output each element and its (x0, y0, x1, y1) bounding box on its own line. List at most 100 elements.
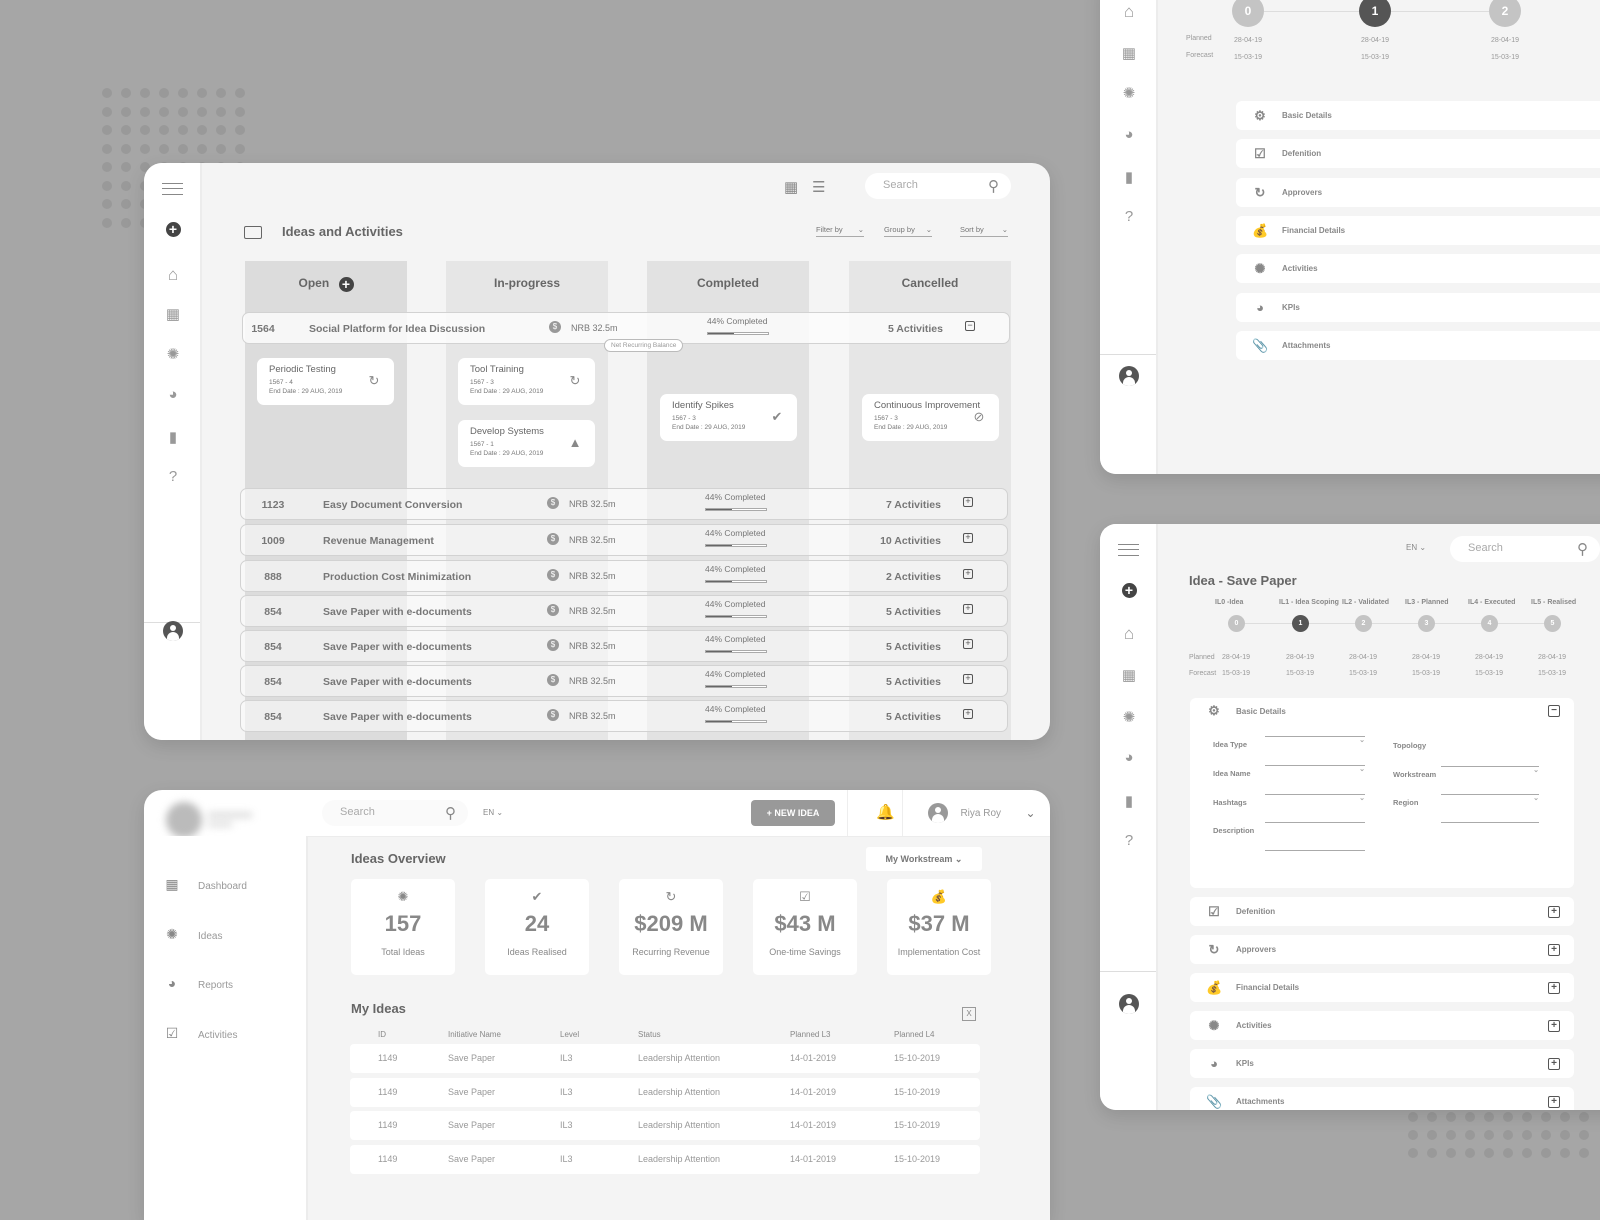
table-row[interactable]: 1149 Save Paper IL3 Leadership Attention 14-… (350, 1144, 980, 1174)
column-header[interactable]: ID (378, 1030, 386, 1039)
table-row[interactable]: 1149 Save Paper IL3 Leadership Attention 14-… (350, 1077, 980, 1107)
group-by-dropdown[interactable]: Group by ⌄ (884, 225, 932, 237)
stage-step[interactable]: 0 (1232, 0, 1264, 27)
bell-icon[interactable]: 🔔 (876, 803, 895, 821)
activity-card[interactable]: Continuous Improvement 1567 - 3 End Date :… (862, 394, 999, 441)
expand-icon[interactable]: + (963, 709, 973, 719)
nav-activities[interactable]: ☑ Activities (164, 1025, 238, 1042)
filter-by-dropdown[interactable]: Filter by ⌄ (816, 225, 864, 237)
column-header[interactable]: Planned L3 (790, 1030, 830, 1039)
sort-by-dropdown[interactable]: Sort by ⌄ (960, 225, 1008, 237)
column-header[interactable]: Planned L4 (894, 1030, 934, 1039)
search-input[interactable]: Search ⚲ (1450, 536, 1600, 562)
region-select[interactable]: ⌄ (1441, 794, 1539, 802)
idea-row[interactable]: 854 Save Paper with e-documents $ NRB 32… (240, 595, 1008, 627)
expand-icon[interactable]: + (1548, 982, 1560, 994)
collapse-icon[interactable]: − (965, 321, 975, 331)
user-avatar[interactable] (144, 621, 202, 645)
table-row[interactable]: 1149 Save Paper IL3 Leadership Attention 14-… (350, 1044, 980, 1073)
accordion-section[interactable]: ☑ Defenition (1236, 139, 1600, 169)
stage-step[interactable]: 5 (1544, 615, 1561, 632)
expand-icon[interactable]: + (1548, 1096, 1560, 1108)
stage-step[interactable]: 1 (1359, 0, 1391, 27)
idea-row[interactable]: 854 Save Paper with e-documents $ NRB 32… (240, 630, 1008, 662)
stage-step[interactable]: 0 (1228, 615, 1245, 632)
idea-row[interactable]: 1123 Easy Document Conversion $ NRB 32.5… (240, 488, 1008, 520)
kpi-card[interactable]: 💰 $37 M Implementation Cost (887, 879, 991, 975)
help-icon[interactable]: ? (1100, 208, 1158, 225)
activity-card[interactable]: Periodic Testing 1567 - 4 End Date : 29 AU… (257, 358, 394, 405)
idea-name-select[interactable]: ⌄ (1265, 765, 1365, 773)
idea-row[interactable]: 1009 Revenue Management $ NRB 32.5m 44% … (240, 524, 1008, 556)
extra-input[interactable] (1441, 822, 1539, 823)
kpi-card[interactable]: ↻ $209 M Recurring Revenue (619, 879, 723, 975)
accordion-section[interactable]: ◕ KPIs (1236, 292, 1600, 322)
idea-row[interactable]: 854 Save Paper with e-documents $ NRB 32… (240, 665, 1008, 697)
nav-ideas[interactable]: ✺ Ideas (164, 926, 222, 943)
column-header[interactable]: Initiative Name (448, 1030, 501, 1039)
user-avatar[interactable] (1100, 994, 1158, 1018)
accordion-section[interactable]: 📎 Attachments + (1190, 1087, 1574, 1110)
user-avatar[interactable] (1100, 366, 1158, 390)
hashtags-select[interactable]: ⌄ (1265, 794, 1365, 802)
gantt-icon[interactable]: ☰ (812, 178, 825, 196)
calendar-icon[interactable]: ▦ (784, 178, 798, 196)
home-icon[interactable]: ⌂ (144, 265, 202, 285)
accordion-section[interactable]: ✺ Activities (1236, 254, 1600, 284)
workstream-dropdown[interactable]: My Workstream ⌄ (866, 847, 982, 871)
description-input-line2[interactable] (1265, 850, 1365, 851)
expand-icon[interactable]: + (1548, 906, 1560, 918)
accordion-section[interactable]: ✺ Activities + (1190, 1011, 1574, 1040)
stage-step[interactable]: 4 (1481, 615, 1498, 632)
menu-icon[interactable] (162, 183, 183, 195)
add-icon[interactable]: + (1100, 582, 1158, 599)
nav-dashboard[interactable]: ▦ Dashboard (164, 876, 247, 893)
help-icon[interactable]: ? (144, 468, 202, 485)
language-dropdown[interactable]: EN ⌄ (483, 808, 503, 817)
expand-icon[interactable]: + (963, 639, 973, 649)
activity-card[interactable]: Develop Systems 1567 - 1 End Date : 29 AUG… (458, 420, 595, 467)
accordion-section[interactable]: ☑ Defenition + (1190, 897, 1574, 926)
idea-row[interactable]: 888 Production Cost Minimization $ NRB 3… (240, 560, 1008, 592)
user-menu[interactable]: Riya Roy ⌄ (928, 803, 1036, 823)
excel-export-icon[interactable]: X (962, 1007, 976, 1021)
expand-icon[interactable]: + (963, 497, 973, 507)
expand-icon[interactable]: + (963, 569, 973, 579)
collapse-icon[interactable]: − (1548, 705, 1560, 717)
table-row[interactable]: 1149 Save Paper IL3 Leadership Attention 14-… (350, 1111, 980, 1140)
idea-row[interactable]: 854 Save Paper with e-documents $ NRB 32… (240, 700, 1008, 732)
expand-icon[interactable]: + (963, 533, 973, 543)
accordion-section[interactable]: 📎 Attachments (1236, 330, 1600, 360)
new-idea-button[interactable]: + NEW IDEA (751, 800, 835, 826)
lightbulb-icon[interactable]: ✺ (144, 345, 202, 363)
stage-step[interactable]: 2 (1489, 0, 1521, 27)
pie-chart-icon[interactable]: ◕ (1100, 749, 1158, 766)
lightbulb-icon[interactable]: ✺ (1100, 84, 1158, 102)
expand-icon[interactable]: + (1548, 944, 1560, 956)
help-icon[interactable]: ? (1100, 832, 1158, 849)
search-input[interactable]: Search ⚲ (322, 800, 468, 826)
add-icon[interactable]: + (144, 221, 202, 238)
activity-card[interactable]: Identify Spikes 1567 - 3 End Date : 29 AUG… (660, 394, 797, 441)
kpi-card[interactable]: ☑ $43 M One-time Savings (753, 879, 857, 975)
home-icon[interactable]: ⌂ (1100, 624, 1158, 644)
accordion-section[interactable]: ↻ Approvers (1236, 177, 1600, 207)
kpi-card[interactable]: ✺ 157 Total Ideas (351, 879, 455, 975)
expand-icon[interactable]: + (963, 674, 973, 684)
menu-icon[interactable] (1118, 544, 1139, 556)
home-icon[interactable]: ⌂ (1100, 2, 1158, 22)
stage-step[interactable]: 2 (1355, 615, 1372, 632)
dashboard-icon[interactable]: ▦ (1100, 44, 1158, 62)
accordion-section[interactable]: 💰 Financial Details + (1190, 973, 1574, 1002)
add-idea-button[interactable]: + (338, 277, 354, 292)
activity-card[interactable]: Tool Training 1567 - 3 End Date : 29 AUG, … (458, 358, 595, 405)
column-header[interactable]: Status (638, 1030, 661, 1039)
idea-type-select[interactable]: ⌄ (1265, 736, 1365, 744)
dashboard-icon[interactable]: ▦ (1100, 666, 1158, 684)
accordion-section[interactable]: ↻ Approvers + (1190, 935, 1574, 964)
dashboard-icon[interactable]: ▦ (144, 305, 202, 323)
description-input[interactable] (1265, 822, 1365, 823)
accordion-section[interactable]: 💰 Financial Details (1236, 215, 1600, 245)
workstream-select[interactable]: ⌄ (1441, 766, 1539, 774)
language-dropdown[interactable]: EN ⌄ (1406, 543, 1426, 552)
